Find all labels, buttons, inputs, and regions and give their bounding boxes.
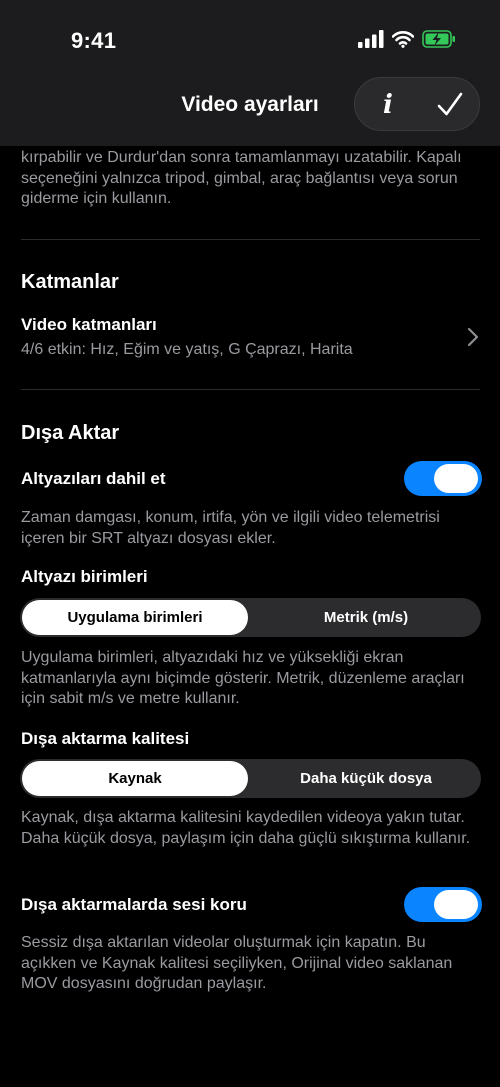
status-icons xyxy=(358,30,456,48)
segment-smaller-file[interactable]: Daha küçük dosya xyxy=(253,761,479,796)
export-quality-label: Dışa aktarma kalitesi xyxy=(21,729,190,748)
segment-metric[interactable]: Metrik (m/s) xyxy=(253,600,479,635)
video-layers-subtitle: 4/6 etkin: Hız, Eğim ve yatış, G Çaprazı… xyxy=(21,341,353,358)
video-layers-row[interactable]: Video katmanları 4/6 etkin: Hız, Eğim ve… xyxy=(0,306,500,368)
status-time: 9:41 xyxy=(71,28,117,53)
subtitle-units-label: Altyazı birimleri xyxy=(21,567,148,586)
checkmark-icon[interactable] xyxy=(435,90,465,120)
cellular-signal-icon xyxy=(358,30,384,48)
wifi-icon xyxy=(392,31,414,48)
chevron-right-icon xyxy=(467,327,479,347)
quality-description: Kaynak, dışa aktarma kalitesini kaydedil… xyxy=(21,809,471,847)
include-subtitles-toggle[interactable] xyxy=(404,461,482,496)
export-section-title: Dışa Aktar xyxy=(21,422,120,444)
navigation-header: 9:41 Video ayarları i xyxy=(0,0,500,146)
keep-audio-toggle[interactable] xyxy=(404,887,482,922)
battery-charging-icon xyxy=(422,30,455,48)
toggle-knob xyxy=(434,890,478,919)
segment-app-units[interactable]: Uygulama birimleri xyxy=(22,600,248,635)
include-subtitles-label: Altyazıları dahil et xyxy=(21,469,166,488)
units-description: Uygulama birimleri, altyazıdaki hız ve y… xyxy=(21,649,465,707)
export-quality-segmented-control[interactable]: Kaynak Daha küçük dosya xyxy=(20,759,481,798)
video-layers-title: Video katmanları xyxy=(21,315,157,334)
header-actions: i xyxy=(354,77,480,131)
keep-audio-label: Dışa aktarmalarda sesi koru xyxy=(21,895,247,914)
layers-section-title: Katmanlar xyxy=(21,271,119,293)
divider xyxy=(21,239,480,240)
divider xyxy=(21,389,480,390)
audio-description: Sessiz dışa aktarılan videolar oluşturma… xyxy=(21,934,453,992)
segment-source[interactable]: Kaynak xyxy=(22,761,248,796)
intro-text: kırpabilir ve Durdur'dan sonra tamamlanm… xyxy=(21,149,462,207)
subtitles-description: Zaman damgası, konum, irtifa, yön ve ilg… xyxy=(21,509,440,547)
subtitle-units-segmented-control[interactable]: Uygulama birimleri Metrik (m/s) xyxy=(20,598,481,637)
info-icon[interactable]: i xyxy=(373,88,403,122)
toggle-knob xyxy=(434,464,478,493)
